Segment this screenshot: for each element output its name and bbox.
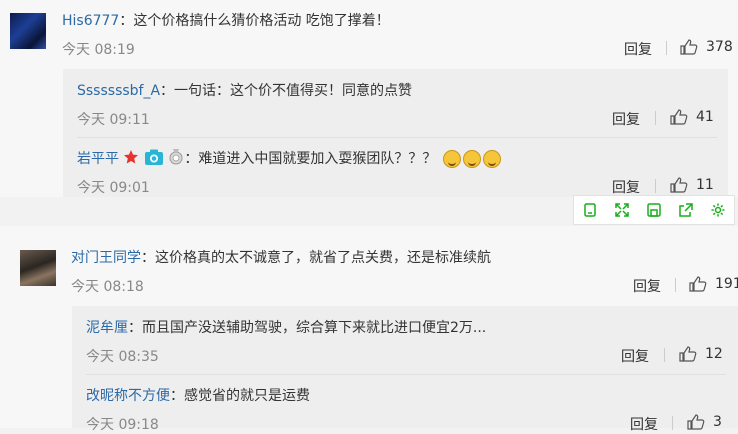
username[interactable]: 岩平平 — [77, 151, 119, 167]
share-button[interactable] — [670, 196, 702, 224]
timestamp: 今天 09:18 — [86, 417, 159, 433]
divider — [666, 41, 667, 55]
timestamp: 今天 09:11 — [77, 112, 150, 128]
star-badge-icon — [123, 149, 139, 169]
divider — [675, 278, 676, 292]
like-button[interactable]: 378 — [680, 39, 733, 55]
divider — [86, 374, 726, 375]
thumb-up-icon — [670, 109, 688, 125]
username[interactable]: 改昵称不方便 — [86, 388, 170, 404]
username[interactable]: 泥牟厘 — [86, 320, 128, 336]
expand-button[interactable] — [606, 196, 638, 224]
reply-button[interactable]: 回复 — [612, 177, 640, 197]
reply-text: ：而且国产没送辅助驾驶，综合算下来就比进口便宜2万... — [128, 320, 487, 336]
comment-line: His6777：这个价格搞什么猜价格活动 吃饱了撑着！ — [62, 10, 390, 30]
like-count: 191 — [715, 276, 738, 292]
username[interactable]: His6777 — [62, 13, 119, 29]
floating-toolbar — [573, 195, 735, 225]
comment-text: ：这价格真的太不诚意了，就省了点关费，还是标准续航 — [141, 250, 491, 266]
reply-line: 泥牟厘：而且国产没送辅助驾驶，综合算下来就比进口便宜2万... — [86, 317, 486, 337]
timestamp: 今天 08:18 — [71, 279, 144, 295]
like-button[interactable]: 41 — [670, 109, 714, 125]
timestamp: 今天 08:19 — [62, 42, 135, 58]
avatar[interactable] — [20, 250, 56, 286]
thumb-up-icon — [680, 39, 698, 55]
reply-line: 改昵称不方便：感觉省的就只是运费 — [86, 385, 310, 405]
reply-text: ：难道进入中国就要加入耍猴团队？？？ — [184, 151, 437, 167]
save-icon — [647, 203, 661, 217]
copy-button[interactable] — [574, 196, 606, 224]
divider — [655, 111, 656, 125]
like-button[interactable]: 12 — [679, 346, 723, 362]
thumb-up-icon — [679, 346, 697, 362]
reply-line: Sssssssbf_A：一句话：这个价不值得买！同意的点赞 — [77, 80, 412, 100]
save-button[interactable] — [638, 196, 670, 224]
reply-button[interactable]: 回复 — [624, 39, 652, 59]
username[interactable]: 对门王同学 — [71, 250, 141, 266]
medal-badge-icon — [168, 148, 184, 170]
reply-button[interactable]: 回复 — [630, 414, 658, 434]
reply-button[interactable]: 回复 — [633, 276, 661, 296]
settings-icon — [711, 203, 725, 217]
timestamp: 今天 08:35 — [86, 349, 159, 365]
comment-text: ：这个价格搞什么猜价格活动 吃饱了撑着！ — [119, 13, 390, 29]
divider — [77, 137, 717, 138]
reply-line: 岩平平 ：难道进入中国就要加入耍猴团队？？？ — [77, 148, 501, 170]
username[interactable]: Sssssssbf_A — [77, 83, 160, 99]
thumb-up-icon — [670, 177, 688, 193]
like-button[interactable]: 191 — [689, 276, 738, 292]
divider — [655, 179, 656, 193]
reply-text: ：感觉省的就只是运费 — [170, 388, 310, 404]
share-icon — [679, 203, 693, 217]
camera-badge-icon — [144, 148, 164, 170]
like-count: 378 — [706, 39, 733, 55]
settings-button[interactable] — [702, 196, 734, 224]
comment-line: 对门王同学：这价格真的太不诚意了，就省了点关费，还是标准续航 — [71, 247, 491, 267]
reply-button[interactable]: 回复 — [621, 346, 649, 366]
reply-text: ：一句话：这个价不值得买！同意的点赞 — [160, 83, 413, 99]
copy-icon — [584, 203, 596, 217]
grin-emoji-icon — [442, 150, 461, 168]
like-count: 41 — [696, 109, 714, 125]
timestamp: 今天 09:01 — [77, 180, 150, 196]
thumb-up-icon — [689, 276, 707, 292]
expand-icon — [615, 203, 629, 217]
like-count: 12 — [705, 346, 723, 362]
reply-button[interactable]: 回复 — [612, 109, 640, 129]
like-count: 11 — [696, 177, 714, 193]
avatar[interactable] — [10, 13, 46, 49]
like-button[interactable]: 11 — [670, 177, 714, 193]
grin-emoji-icon — [462, 150, 481, 168]
grin-emoji-icon — [482, 150, 501, 168]
divider — [664, 348, 665, 362]
